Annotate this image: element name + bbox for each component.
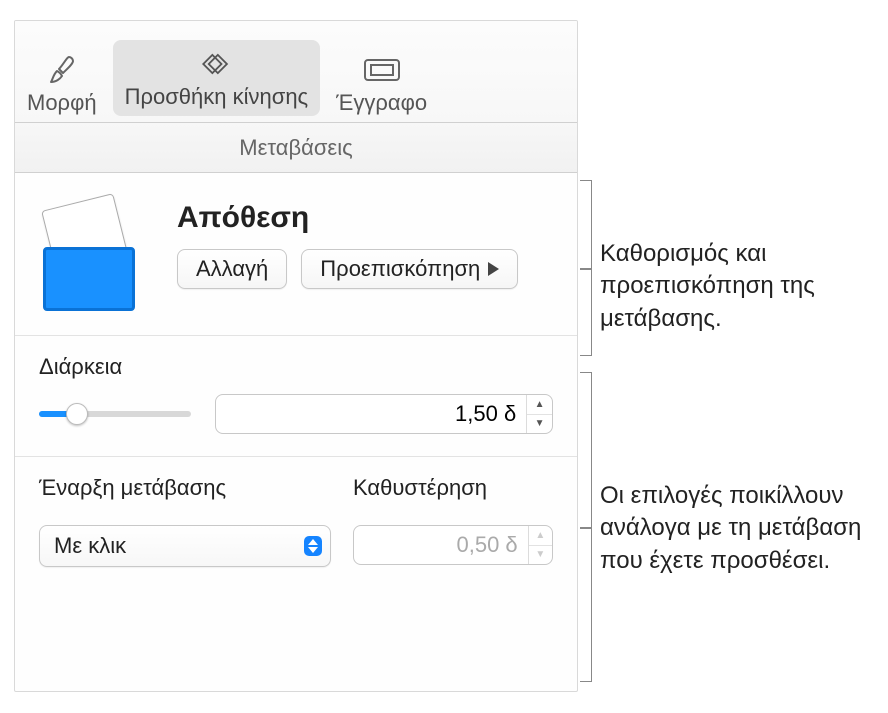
callout-bracket [580, 180, 592, 356]
duration-stepper-buttons[interactable]: ▲ ▼ [526, 395, 552, 433]
transitions-subheader-label: Μεταβάσεις [239, 135, 352, 161]
chevron-updown-icon [304, 536, 322, 556]
tab-animate[interactable]: Προσθήκη κίνησης [113, 40, 321, 116]
document-icon [362, 54, 402, 86]
stepper-down-icon[interactable]: ▼ [529, 546, 552, 565]
stepper-up-icon[interactable]: ▲ [527, 395, 552, 415]
diamond-icon [196, 48, 236, 80]
effect-section: Απόθεση Αλλαγή Προεπισκόπηση [15, 173, 577, 336]
inspector-tabbar: Μορφή Προσθήκη κίνησης Έγγραφο [15, 21, 577, 123]
tab-animate-label: Προσθήκη κίνησης [125, 84, 309, 110]
duration-section: Διάρκεια ▲ ▼ [15, 336, 577, 457]
start-transition-popup[interactable]: Με κλικ [39, 525, 331, 567]
delay-field[interactable] [354, 526, 528, 564]
start-transition-value: Με κλικ [54, 533, 126, 559]
brush-icon [42, 54, 82, 86]
effect-name: Απόθεση [177, 201, 553, 235]
duration-label: Διάρκεια [39, 354, 553, 380]
delay-stepper[interactable]: ▲ ▼ [353, 525, 553, 565]
play-icon [488, 262, 499, 276]
preview-button-label: Προεπισκόπηση [320, 256, 480, 282]
delay-stepper-buttons[interactable]: ▲ ▼ [528, 526, 552, 564]
start-delay-section: Έναρξη μετάβασης Με κλικ Καθυστέρηση ▲ ▼ [15, 457, 577, 593]
tab-format[interactable]: Μορφή [15, 46, 109, 122]
duration-stepper[interactable]: ▲ ▼ [215, 394, 553, 434]
change-button-label: Αλλαγή [196, 256, 268, 282]
duration-field[interactable] [216, 395, 526, 433]
slider-knob[interactable] [66, 403, 88, 425]
preview-button[interactable]: Προεπισκόπηση [301, 249, 518, 289]
stepper-down-icon[interactable]: ▼ [527, 415, 552, 434]
callout-text: Καθορισμός και προεπισκόπηση της μετάβασ… [600, 238, 860, 335]
start-label: Έναρξη μετάβασης [39, 475, 331, 501]
callout-bracket [580, 372, 592, 682]
stepper-up-icon[interactable]: ▲ [529, 526, 552, 546]
delay-label: Καθυστέρηση [353, 475, 553, 501]
tab-document[interactable]: Έγγραφο [324, 46, 439, 122]
tab-document-label: Έγγραφο [336, 90, 427, 116]
duration-slider[interactable] [39, 402, 191, 426]
transition-thumbnail [39, 201, 155, 311]
change-button[interactable]: Αλλαγή [177, 249, 287, 289]
transitions-subheader: Μεταβάσεις [15, 123, 577, 173]
callout-text: Οι επιλογές ποικίλλουν ανάλογα με τη μετ… [600, 480, 880, 577]
tab-format-label: Μορφή [27, 90, 97, 116]
inspector-panel: Μορφή Προσθήκη κίνησης Έγγραφο Μεταβάσει… [14, 20, 578, 692]
